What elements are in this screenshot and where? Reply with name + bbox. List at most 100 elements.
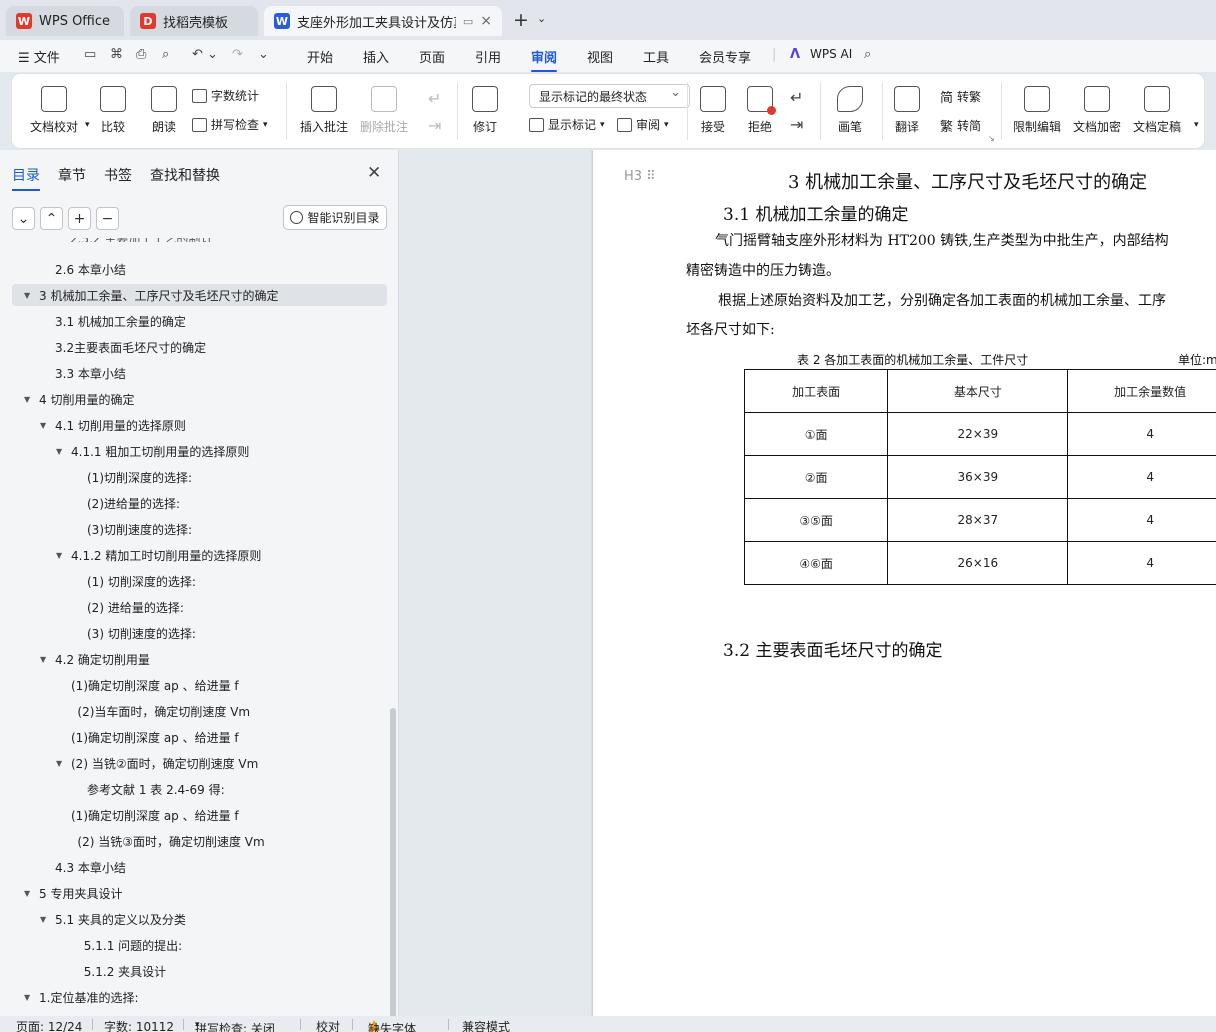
- accept-button[interactable]: 接受: [700, 86, 726, 135]
- menu-wps-ai[interactable]: WPS AI: [810, 47, 852, 61]
- link-icon[interactable]: ⌘: [110, 47, 123, 62]
- toc-item[interactable]: ▼ (2) 当铣②面时，确定切削速度 Vm: [12, 752, 387, 774]
- heading-level-icon[interactable]: H3 ⠿: [624, 169, 656, 184]
- toc-item[interactable]: 3.3 本章小结: [12, 362, 387, 384]
- toc-item[interactable]: ▼ 1.定位基准的选择:: [12, 986, 387, 1008]
- next-comment-icon[interactable]: ⇥: [428, 116, 441, 135]
- page-indicator[interactable]: 页面: 12/24: [16, 1018, 82, 1032]
- tab-current-document[interactable]: W 支座外形加工夹具设计及仿真 ▭ ×: [264, 6, 502, 36]
- quick-access-more-icon[interactable]: ⌄: [258, 47, 269, 62]
- collapse-triangle-icon[interactable]: ▼: [40, 915, 49, 924]
- menu-page[interactable]: 页面: [419, 47, 445, 66]
- toc-item[interactable]: (2)进给量的选择:: [12, 492, 387, 514]
- word-count-indicator[interactable]: 字数: 10112: [104, 1018, 174, 1032]
- menu-home[interactable]: 开始: [307, 47, 333, 66]
- delete-comment-button[interactable]: 删除批注: [360, 86, 408, 135]
- toc-item[interactable]: ▼ 4 切削用量的确定: [12, 388, 387, 410]
- menu-references[interactable]: 引用: [475, 47, 501, 66]
- close-tab-icon[interactable]: ×: [480, 13, 492, 29]
- menu-view[interactable]: 视图: [587, 47, 613, 66]
- menu-file[interactable]: ☰ 文件: [18, 47, 60, 66]
- print-icon[interactable]: ⎙: [136, 47, 146, 62]
- prev-change-icon[interactable]: ↵: [790, 88, 803, 107]
- tab-bookmarks[interactable]: 书签: [104, 165, 132, 185]
- smart-toc-button[interactable]: 智能识别目录: [283, 205, 387, 230]
- collapse-triangle-icon[interactable]: ▼: [40, 655, 49, 664]
- toc-item[interactable]: 3.1 机械加工余量的确定: [12, 310, 387, 332]
- toc-item[interactable]: 5.1.2 夹具设计: [12, 960, 387, 982]
- doc-check-button[interactable]: 文档校对: [30, 86, 78, 135]
- toc-item[interactable]: ▼ 4.1 切削用量的选择原则: [12, 414, 387, 436]
- toc-item[interactable]: ▼ 3 机械加工余量、工序尺寸及毛坯尺寸的确定: [12, 284, 387, 306]
- toc-scrollbar[interactable]: [390, 708, 396, 1032]
- tab-sections[interactable]: 章节: [58, 165, 86, 185]
- menu-member[interactable]: 会员专享: [699, 47, 751, 66]
- menu-review[interactable]: 审阅: [531, 47, 558, 72]
- toc-item[interactable]: ▼ 4.1.2 精加工时切削用量的选择原则: [12, 544, 387, 566]
- markup-state-select[interactable]: 显示标记的最终状态: [529, 84, 690, 108]
- collapse-triangle-icon[interactable]: ▼: [56, 447, 65, 456]
- encrypt-document-button[interactable]: 文档加密: [1073, 86, 1121, 135]
- show-markup-button[interactable]: 显示标记 ▾: [529, 116, 605, 133]
- restrict-edit-button[interactable]: 限制编辑: [1013, 86, 1061, 135]
- toc-item[interactable]: ▼ 4.1.1 粗加工切削用量的选择原则: [12, 440, 387, 462]
- next-change-icon[interactable]: ⇥: [790, 115, 803, 134]
- search-icon[interactable]: ⌕: [864, 47, 871, 62]
- collapse-triangle-icon[interactable]: ▼: [40, 421, 49, 430]
- expand-down-button[interactable]: ⌄: [12, 207, 35, 230]
- collapse-triangle-icon[interactable]: ▼: [24, 291, 33, 300]
- tab-toc[interactable]: 目录: [12, 165, 40, 191]
- toc-item[interactable]: (2) 进给量的选择:: [12, 596, 387, 618]
- pen-button[interactable]: 画笔: [837, 86, 863, 135]
- toc-item[interactable]: ▼ 5.1 夹具的定义以及分类: [12, 908, 387, 930]
- toc-item[interactable]: (1) 切削深度的选择:: [12, 570, 387, 592]
- tab-find-replace[interactable]: 查找和替换: [150, 165, 220, 185]
- toc-item[interactable]: (1)确定切削深度 ap 、给进量 f: [12, 726, 387, 748]
- finalize-document-button[interactable]: 文档定稿: [1133, 86, 1181, 135]
- save-icon[interactable]: ▭: [84, 47, 96, 62]
- collapse-triangle-icon[interactable]: ▼: [24, 395, 33, 404]
- translate-button[interactable]: 翻译: [894, 86, 920, 135]
- close-panel-icon[interactable]: ✕: [367, 163, 381, 183]
- collapse-triangle-icon[interactable]: ▼: [24, 993, 33, 1002]
- toc-item[interactable]: (1)确定切削深度 ap 、给进量 f: [12, 804, 387, 826]
- new-tab-plus-icon[interactable]: +: [513, 9, 529, 31]
- toc-item[interactable]: 5.1.1 问题的提出:: [12, 934, 387, 956]
- tab-docer-templates[interactable]: D 找稻壳模板: [130, 6, 258, 36]
- toc-item[interactable]: (2) 当铣③面时，确定切削速度 Vm: [12, 830, 387, 852]
- revise-button[interactable]: 修订: [472, 86, 498, 135]
- toc-item[interactable]: 3.2主要表面毛坯尺寸的确定: [12, 336, 387, 358]
- toc-item[interactable]: (3) 切削速度的选择:: [12, 622, 387, 644]
- to-simplified-button[interactable]: 繁 转简: [940, 116, 981, 135]
- compare-button[interactable]: 比较: [100, 86, 126, 135]
- spell-check-button[interactable]: 拼写检查 ▾: [192, 116, 268, 133]
- review-pane-button[interactable]: 审阅 ▾: [617, 116, 669, 133]
- toc-item[interactable]: (1)确定切削深度 ap 、给进量 f: [12, 674, 387, 696]
- reject-button[interactable]: 拒绝: [747, 86, 776, 135]
- redo-icon[interactable]: ↷: [232, 47, 243, 62]
- collapse-triangle-icon[interactable]: ▼: [24, 889, 33, 898]
- toc-item[interactable]: (2)当车面时，确定切削速度 Vm: [12, 700, 387, 722]
- insert-comment-button[interactable]: 插入批注: [300, 86, 348, 135]
- collapse-triangle-icon[interactable]: ▼: [56, 551, 65, 560]
- remove-heading-button[interactable]: −: [96, 207, 119, 230]
- read-aloud-button[interactable]: 朗读: [151, 86, 177, 135]
- toc-item[interactable]: ▼ 4.2 确定切削用量: [12, 648, 387, 670]
- tab-list-chevron-icon[interactable]: ⌄: [537, 12, 546, 25]
- collapse-up-button[interactable]: ⌃: [40, 207, 63, 230]
- prev-comment-icon[interactable]: ↵: [428, 89, 441, 108]
- add-heading-button[interactable]: +: [68, 207, 91, 230]
- toc-item[interactable]: 参考文献 1 表 2.4-69 得:: [12, 778, 387, 800]
- menu-insert[interactable]: 插入: [363, 47, 389, 66]
- proof-status[interactable]: 校对: [316, 1018, 340, 1032]
- toc-item[interactable]: 2.6 本章小结: [12, 258, 387, 280]
- menu-tools[interactable]: 工具: [643, 47, 669, 66]
- undo-icon[interactable]: ↶ ⌄: [192, 47, 218, 62]
- toc-item[interactable]: 4.3 本章小结: [12, 856, 387, 878]
- toc-item[interactable]: (1)切削深度的选择:: [12, 466, 387, 488]
- print-preview-icon[interactable]: ⌕: [162, 47, 169, 62]
- tab-wps-office[interactable]: W WPS Office: [6, 6, 124, 36]
- collapse-triangle-icon[interactable]: ▼: [56, 759, 65, 768]
- to-traditional-button[interactable]: 简 转繁: [940, 87, 981, 106]
- toc-item[interactable]: ▼ 5 专用夹具设计: [12, 882, 387, 904]
